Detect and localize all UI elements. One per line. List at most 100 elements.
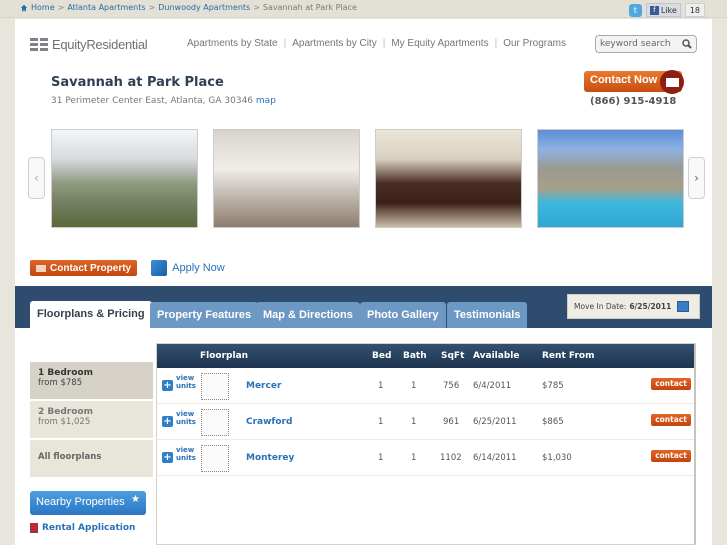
filter-price: from $785	[38, 378, 83, 388]
breadcrumb-separator: >	[253, 3, 260, 12]
filter-price: from $1,025	[38, 417, 91, 427]
gallery-photo-exterior[interactable]	[51, 129, 198, 228]
filter-all-floorplans[interactable]: All floorplans	[30, 440, 153, 479]
contact-button[interactable]: contact	[651, 450, 691, 462]
move-in-value: 6/25/2011	[629, 302, 672, 311]
contact-button[interactable]: contact	[651, 414, 691, 426]
col-available: Available	[473, 351, 520, 361]
floorplan-table: Floorplan Bed Bath SqFt Available Rent F…	[156, 343, 696, 545]
nav-our-programs[interactable]: Our Programs	[503, 38, 566, 49]
table-row: + view units Crawford 1 1 961 6/25/2011 $…	[157, 404, 694, 440]
floorplan-name-link[interactable]: Mercer	[246, 381, 281, 391]
col-bed: Bed	[372, 351, 392, 361]
floorplan-thumbnail[interactable]	[201, 373, 229, 400]
contact-now-label: Contact Now	[590, 74, 658, 86]
view-units-link[interactable]: view units	[176, 374, 196, 390]
top-bar: Home > Atlanta Apartments > Dunwoody Apa…	[0, 0, 727, 18]
facebook-like-button[interactable]: f Like	[645, 3, 681, 17]
gallery-photo-living-room[interactable]	[375, 129, 522, 228]
breadcrumb-separator: >	[57, 3, 65, 12]
col-floorplan: Floorplan	[200, 351, 249, 361]
apply-pencil-icon	[151, 260, 168, 276]
property-phone: (866) 915-4918	[590, 96, 677, 107]
tab-testimonials[interactable]: Testimonials	[447, 302, 528, 328]
move-in-label: Move In Date:	[574, 302, 627, 311]
logo[interactable]: EquityResidential	[30, 37, 148, 52]
gallery-photo-kitchen[interactable]	[213, 129, 360, 228]
main-nav: Apartments by State | Apartments by City |…	[187, 38, 566, 49]
nearby-properties-label: Nearby Properties	[36, 496, 125, 508]
expand-plus-icon[interactable]: +	[162, 380, 173, 391]
carousel-prev-button[interactable]: ‹	[28, 157, 45, 199]
search-input[interactable]: keyword search	[595, 35, 697, 53]
search-icon[interactable]	[682, 39, 692, 49]
rent-value: $865	[542, 417, 564, 427]
rental-application-label: Rental Application	[42, 523, 136, 533]
bath-value: 1	[411, 453, 417, 463]
chevron-left-icon: ‹	[34, 171, 39, 185]
table-row: + view units Monterey 1 1 1102 6/14/2011 …	[157, 440, 694, 476]
col-rent-from: Rent From	[542, 351, 595, 361]
table-header: Floorplan Bed Bath SqFt Available Rent F…	[157, 344, 694, 368]
expand-plus-icon[interactable]: +	[162, 452, 173, 463]
nav-apartments-by-city[interactable]: Apartments by City	[292, 38, 376, 49]
contact-button[interactable]: contact	[651, 378, 691, 390]
available-value: 6/14/2011	[473, 453, 517, 463]
table-row: + view units Mercer 1 1 756 6/4/2011 $785…	[157, 368, 694, 404]
floorplan-thumbnail[interactable]	[201, 445, 229, 472]
action-links: Contact Property Apply Now	[30, 260, 225, 276]
floorplan-name-link[interactable]: Crawford	[246, 417, 292, 427]
nav-apartments-by-state[interactable]: Apartments by State	[187, 38, 278, 49]
like-count: 18	[684, 3, 705, 17]
breadcrumb-dunwoody[interactable]: Dunwoody Apartments	[158, 3, 250, 12]
apply-now-label: Apply Now	[172, 262, 225, 274]
bath-value: 1	[411, 381, 417, 391]
tab-floorplans-pricing[interactable]: Floorplans & Pricing	[30, 301, 152, 328]
floorplan-thumbnail[interactable]	[201, 409, 229, 436]
available-value: 6/4/2011	[473, 381, 512, 391]
bedroom-filter-list: 1 Bedroom from $785 2 Bedroom from $1,02…	[30, 362, 153, 479]
filter-title: 2 Bedroom	[38, 407, 93, 417]
sqft-value: 961	[443, 417, 460, 427]
contact-property-button[interactable]: Contact Property	[30, 260, 138, 276]
photo-carousel: ‹ ›	[15, 117, 712, 257]
social-buttons: t f Like 18	[628, 3, 705, 17]
expand-plus-icon[interactable]: +	[162, 416, 173, 427]
floorplan-name-link[interactable]: Monterey	[246, 453, 294, 463]
rental-application-link[interactable]: Rental Application	[30, 523, 135, 533]
map-link[interactable]: map	[256, 96, 276, 106]
tab-property-features[interactable]: Property Features	[150, 302, 259, 328]
bath-value: 1	[411, 417, 417, 427]
home-icon[interactable]	[20, 4, 28, 12]
gallery-photo-pool[interactable]	[537, 129, 684, 228]
envelope-icon	[660, 70, 684, 94]
col-bath: Bath	[403, 351, 427, 361]
bed-value: 1	[378, 453, 384, 463]
view-units-link[interactable]: view units	[176, 410, 196, 426]
breadcrumb: Home > Atlanta Apartments > Dunwoody Apa…	[20, 3, 357, 12]
view-units-link[interactable]: view units	[176, 446, 196, 462]
twitter-icon[interactable]: t	[628, 3, 642, 17]
available-value: 6/25/2011	[473, 417, 517, 427]
tab-photo-gallery[interactable]: Photo Gallery	[360, 302, 446, 328]
facebook-icon: f	[649, 5, 659, 15]
logo-mark-icon	[30, 37, 48, 52]
contact-now-button[interactable]: Contact Now	[584, 70, 684, 94]
search-placeholder: keyword search	[600, 39, 671, 49]
nearby-properties-button[interactable]: Nearby Properties ★	[30, 491, 146, 515]
bed-value: 1	[378, 381, 384, 391]
apply-now-link[interactable]: Apply Now	[151, 260, 225, 276]
logo-text: EquityResidential	[52, 37, 148, 52]
bed-value: 1	[378, 417, 384, 427]
carousel-next-button[interactable]: ›	[688, 157, 705, 199]
filter-1-bedroom[interactable]: 1 Bedroom from $785	[30, 362, 153, 401]
breadcrumb-home[interactable]: Home	[31, 3, 55, 12]
filter-2-bedroom[interactable]: 2 Bedroom from $1,025	[30, 401, 153, 440]
document-icon	[30, 523, 38, 533]
nav-my-equity-apartments[interactable]: My Equity Apartments	[391, 38, 488, 49]
sqft-value: 1102	[440, 453, 462, 463]
tab-map-directions[interactable]: Map & Directions	[256, 302, 360, 328]
breadcrumb-atlanta[interactable]: Atlanta Apartments	[67, 3, 145, 12]
calendar-icon[interactable]	[677, 301, 690, 312]
move-in-date[interactable]: Move In Date: 6/25/2011	[567, 294, 700, 319]
